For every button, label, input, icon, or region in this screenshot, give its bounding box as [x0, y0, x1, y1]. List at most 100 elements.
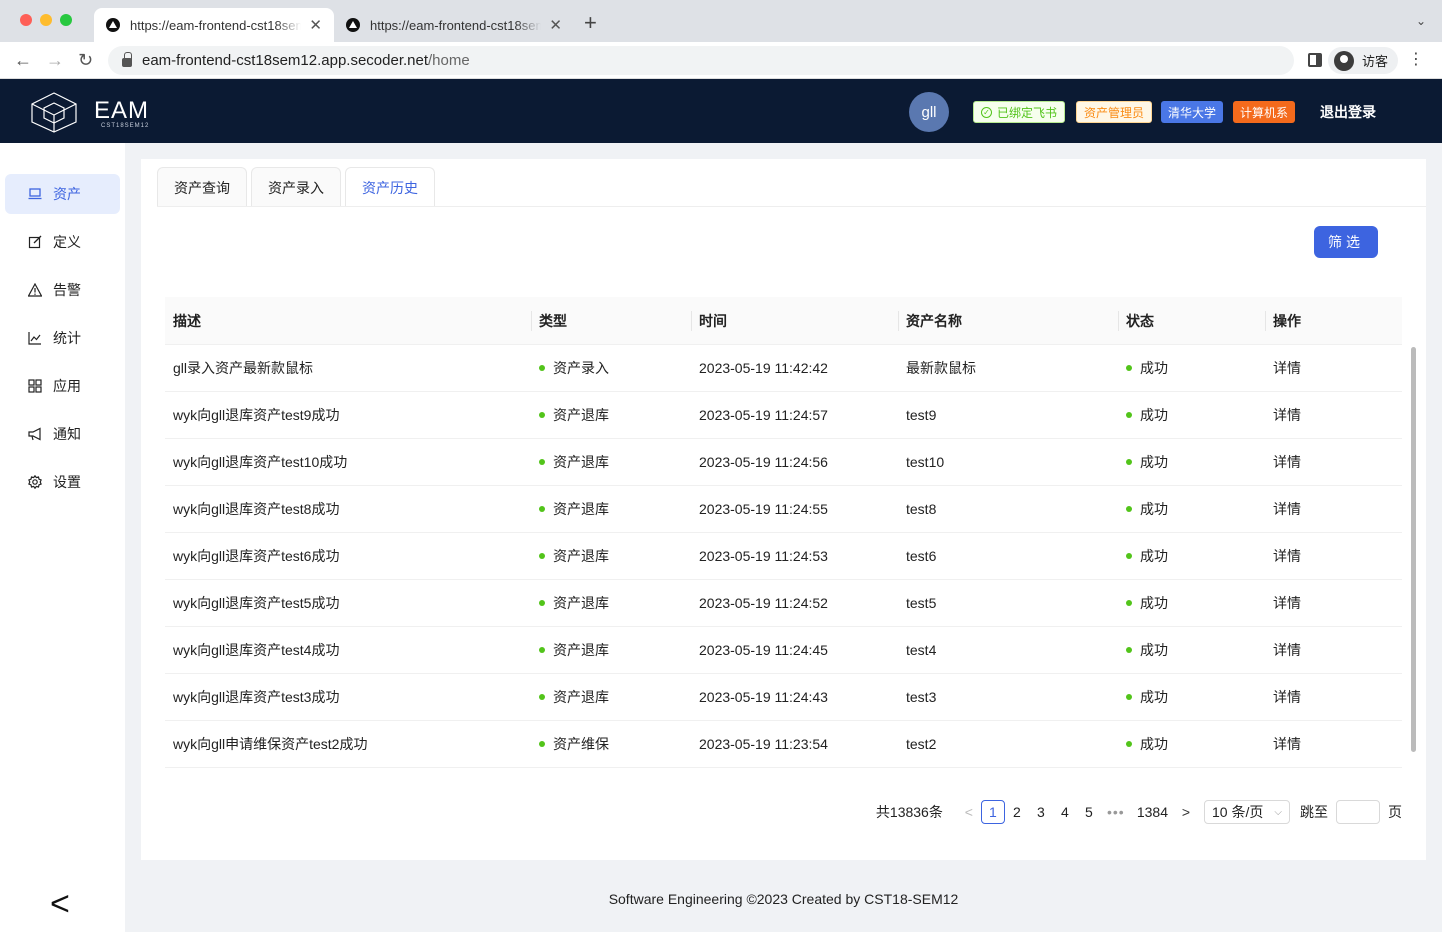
detail-link[interactable]: 详情: [1265, 546, 1402, 566]
cell-asset-name: test8: [906, 501, 937, 517]
sidebar-item-assets[interactable]: 资产: [5, 174, 120, 214]
cell-time: 2023-05-19 11:24:53: [699, 548, 828, 564]
tab-asset-query[interactable]: 资产查询: [157, 167, 247, 207]
cell-status: 成功: [1118, 499, 1265, 519]
sidebar-item-alerts[interactable]: 告警: [5, 270, 120, 310]
line-chart-icon: [27, 330, 43, 346]
jump-page-input[interactable]: [1336, 800, 1380, 824]
sidebar-item-definitions[interactable]: 定义: [5, 222, 120, 262]
reload-icon[interactable]: ↻: [78, 50, 93, 70]
filter-button[interactable]: 筛选: [1314, 226, 1378, 258]
sidebar-item-label: 统计: [53, 330, 81, 346]
collapse-sidebar-icon[interactable]: <: [50, 885, 70, 924]
close-tab-icon[interactable]: ✕: [309, 16, 322, 34]
page-3-button[interactable]: 3: [1029, 800, 1053, 824]
column-header-action: 操作: [1265, 310, 1402, 331]
cell-time: 2023-05-19 11:24:52: [699, 595, 828, 611]
page-4-button[interactable]: 4: [1053, 800, 1077, 824]
status-dot-icon: [1126, 647, 1132, 654]
jump-next-ellipsis[interactable]: •••: [1101, 804, 1131, 820]
column-header-time: 时间: [691, 310, 898, 331]
cell-status: 成功: [1118, 640, 1265, 660]
user-avatar[interactable]: gll: [909, 92, 949, 132]
cell-status: 成功: [1118, 734, 1265, 754]
table-scrollbar[interactable]: [1386, 345, 1394, 784]
page-2-button[interactable]: 2: [1005, 800, 1029, 824]
lock-icon: [122, 52, 132, 67]
sidebar-item-apps[interactable]: 应用: [5, 366, 120, 406]
table-row: wyk向gll退库资产test4成功 资产退库 2023-05-19 11:24:4…: [165, 627, 1402, 674]
role-tag-label: 资产管理员: [1084, 105, 1145, 120]
brand-subtitle: CST18SEM12: [101, 123, 150, 129]
page-1-button[interactable]: 1: [980, 800, 1005, 824]
browser-tab-1[interactable]: https://eam-frontend-cst18sem12.app.seco…: [94, 8, 334, 42]
status-dot-icon: [1126, 412, 1132, 419]
detail-link[interactable]: 详情: [1265, 687, 1402, 707]
status-dot-icon: [1126, 741, 1132, 748]
logout-button[interactable]: 退出登录: [1320, 102, 1376, 122]
cell-status-label: 成功: [1140, 501, 1168, 517]
last-page-button[interactable]: 1384: [1131, 800, 1174, 824]
prev-page-icon[interactable]: <: [957, 804, 981, 820]
department-tag-label: 计算机系: [1240, 105, 1289, 120]
cell-description: wyk向gll退库资产test8成功: [173, 501, 340, 517]
close-window-button[interactable]: [20, 14, 32, 26]
side-panel-icon[interactable]: [1308, 53, 1322, 67]
tab-asset-history[interactable]: 资产历史: [345, 167, 435, 207]
browser-tab-2[interactable]: https://eam-frontend-cst18sem12.app.seco…: [334, 8, 574, 42]
tab-asset-entry[interactable]: 资产录入: [251, 167, 341, 207]
sidebar-item-statistics[interactable]: 统计: [5, 318, 120, 358]
forward-arrow-icon[interactable]: →: [46, 50, 64, 70]
detail-link[interactable]: 详情: [1265, 405, 1402, 425]
cell-description: wyk向gll退库资产test3成功: [173, 689, 340, 705]
more-menu-icon[interactable]: ⋮: [1408, 50, 1424, 70]
sidebar-item-notifications[interactable]: 通知: [5, 414, 120, 454]
detail-link[interactable]: 详情: [1265, 499, 1402, 519]
profile-label: 访客: [1362, 54, 1389, 69]
table-row: wyk向gll退库资产test10成功 资产退库 2023-05-19 11:24:…: [165, 439, 1402, 486]
table-scrollbar-thumb[interactable]: [1411, 347, 1416, 752]
cell-type: 资产退库: [531, 593, 691, 613]
profile-button[interactable]: 访客: [1328, 47, 1399, 74]
cell-status-label: 成功: [1140, 407, 1168, 423]
page-5-button[interactable]: 5: [1077, 800, 1101, 824]
appstore-icon: [27, 378, 43, 394]
page-size-value: 10 条/页: [1212, 804, 1264, 820]
university-tag-label: 清华大学: [1168, 105, 1217, 120]
cell-asset-name: test10: [906, 454, 945, 470]
column-header-type: 类型: [531, 310, 691, 331]
tab-search-chevron-icon[interactable]: ⌄: [1416, 14, 1426, 28]
detail-link[interactable]: 详情: [1265, 358, 1402, 378]
status-dot-icon: [539, 694, 545, 701]
pagination-total: 共13836条: [875, 804, 943, 820]
maximize-window-button[interactable]: [60, 14, 72, 26]
url-input[interactable]: eam-frontend-cst18sem12.app.secoder.net /…: [108, 46, 1294, 75]
minimize-window-button[interactable]: [40, 14, 52, 26]
detail-link[interactable]: 详情: [1265, 452, 1402, 472]
page-size-select[interactable]: 10 条/页 ⌵: [1204, 800, 1290, 824]
cell-type-label: 资产退库: [553, 407, 609, 423]
new-tab-icon[interactable]: +: [584, 12, 597, 34]
cell-description: wyk向gll退库资产test9成功: [173, 407, 340, 423]
page-suffix-label: 页: [1388, 804, 1402, 820]
cell-status-label: 成功: [1140, 360, 1168, 376]
status-dot-icon: [539, 459, 545, 466]
sidebar-item-settings[interactable]: 设置: [5, 462, 120, 502]
page-footer: Software Engineering ©2023 Created by CS…: [608, 891, 959, 907]
cell-time: 2023-05-19 11:23:54: [699, 736, 828, 752]
status-dot-icon: [539, 553, 545, 560]
next-page-icon[interactable]: >: [1174, 804, 1198, 820]
table-row: wyk向gll退库资产test8成功 资产退库 2023-05-19 11:24:5…: [165, 486, 1402, 533]
main-content-card: 资产查询 资产录入 资产历史 筛选 描述 类型 时间 资产名称 状态 操作 gl…: [141, 159, 1426, 860]
detail-link[interactable]: 详情: [1265, 593, 1402, 613]
detail-link[interactable]: 详情: [1265, 734, 1402, 754]
detail-link[interactable]: 详情: [1265, 640, 1402, 660]
cell-type-label: 资产维保: [553, 736, 609, 752]
cell-status: 成功: [1118, 687, 1265, 707]
back-arrow-icon[interactable]: ←: [14, 50, 32, 70]
cell-time: 2023-05-19 11:24:43: [699, 689, 828, 705]
table-row: wyk向gll退库资产test5成功 资产退库 2023-05-19 11:24:5…: [165, 580, 1402, 627]
site-favicon-icon: [346, 18, 360, 32]
close-tab-icon[interactable]: ✕: [549, 16, 562, 34]
column-header-description: 描述: [173, 312, 201, 329]
